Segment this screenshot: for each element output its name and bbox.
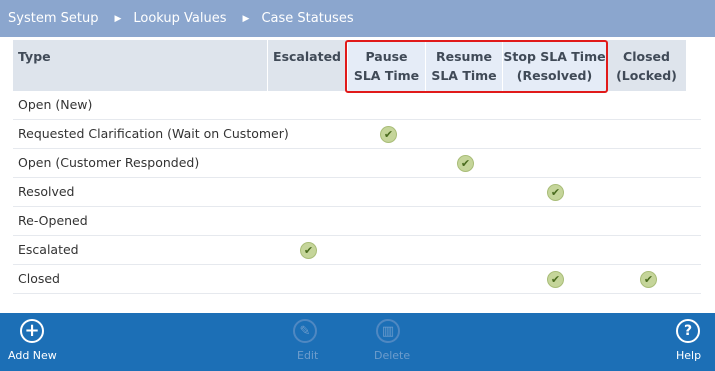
delete-label: Delete [374,349,411,362]
breadcrumb-lookup-values[interactable]: Lookup Values [133,11,226,26]
row-type-label: Re-Opened [18,213,88,228]
chevron-right-icon: ▶ [114,13,122,24]
check-circle-icon: ✔ [457,155,474,172]
trash-icon: ▥ [376,319,400,343]
row-type-label: Resolved [18,184,75,199]
column-header-escalated[interactable]: Escalated [268,40,348,91]
check-circle-icon: ✔ [640,271,657,288]
chevron-right-icon: ▶ [242,13,250,24]
breadcrumb: System Setup ▶ Lookup Values ▶ Case Stat… [0,0,715,37]
table-row[interactable]: Requested Clarification (Wait on Custome… [13,120,701,149]
table-row[interactable]: Resolved ✔ [13,178,701,207]
question-circle-icon: ? [676,319,700,343]
column-header-type[interactable]: Type [13,40,268,91]
check-circle-icon: ✔ [380,126,397,143]
check-circle-icon: ✔ [547,271,564,288]
add-new-button[interactable]: + Add New [0,313,62,371]
edit-button[interactable]: ✎ Edit [285,313,329,371]
delete-button[interactable]: ▥ Delete [368,313,414,371]
table-row[interactable]: Closed ✔ ✔ [13,265,701,294]
column-header-label: Closed [623,49,670,64]
row-type-label: Open (Customer Responded) [18,155,200,170]
check-circle-icon: ✔ [547,184,564,201]
column-header-label: Type [18,49,51,64]
breadcrumb-system-setup[interactable]: System Setup [8,11,98,26]
footer-toolbar: + Add New ✎ Edit ▥ Delete ? Help [0,313,715,371]
row-type-label: Requested Clarification (Wait on Custome… [18,126,289,141]
help-button[interactable]: ? Help [670,313,706,371]
table-row[interactable]: Escalated ✔ [13,236,701,265]
check-circle-icon: ✔ [300,242,317,259]
table-row[interactable]: Open (New) [13,91,701,120]
add-new-label: Add New [8,349,57,362]
row-type-label: Open (New) [18,97,93,112]
edit-label: Edit [297,349,319,362]
help-label: Help [676,349,702,362]
row-type-label: Closed [18,271,60,286]
column-header-label: Escalated [273,49,341,64]
row-type-label: Escalated [18,242,79,257]
column-header-closed[interactable]: Closed (Locked) [607,40,687,91]
table-row[interactable]: Open (Customer Responded) ✔ [13,149,701,178]
sla-columns-highlight [345,40,608,93]
table-row[interactable]: Re-Opened [13,207,701,236]
breadcrumb-case-statuses: Case Statuses [261,11,354,26]
pencil-icon: ✎ [293,319,317,343]
column-header-label: (Locked) [616,68,677,83]
plus-circle-icon: + [20,319,44,343]
